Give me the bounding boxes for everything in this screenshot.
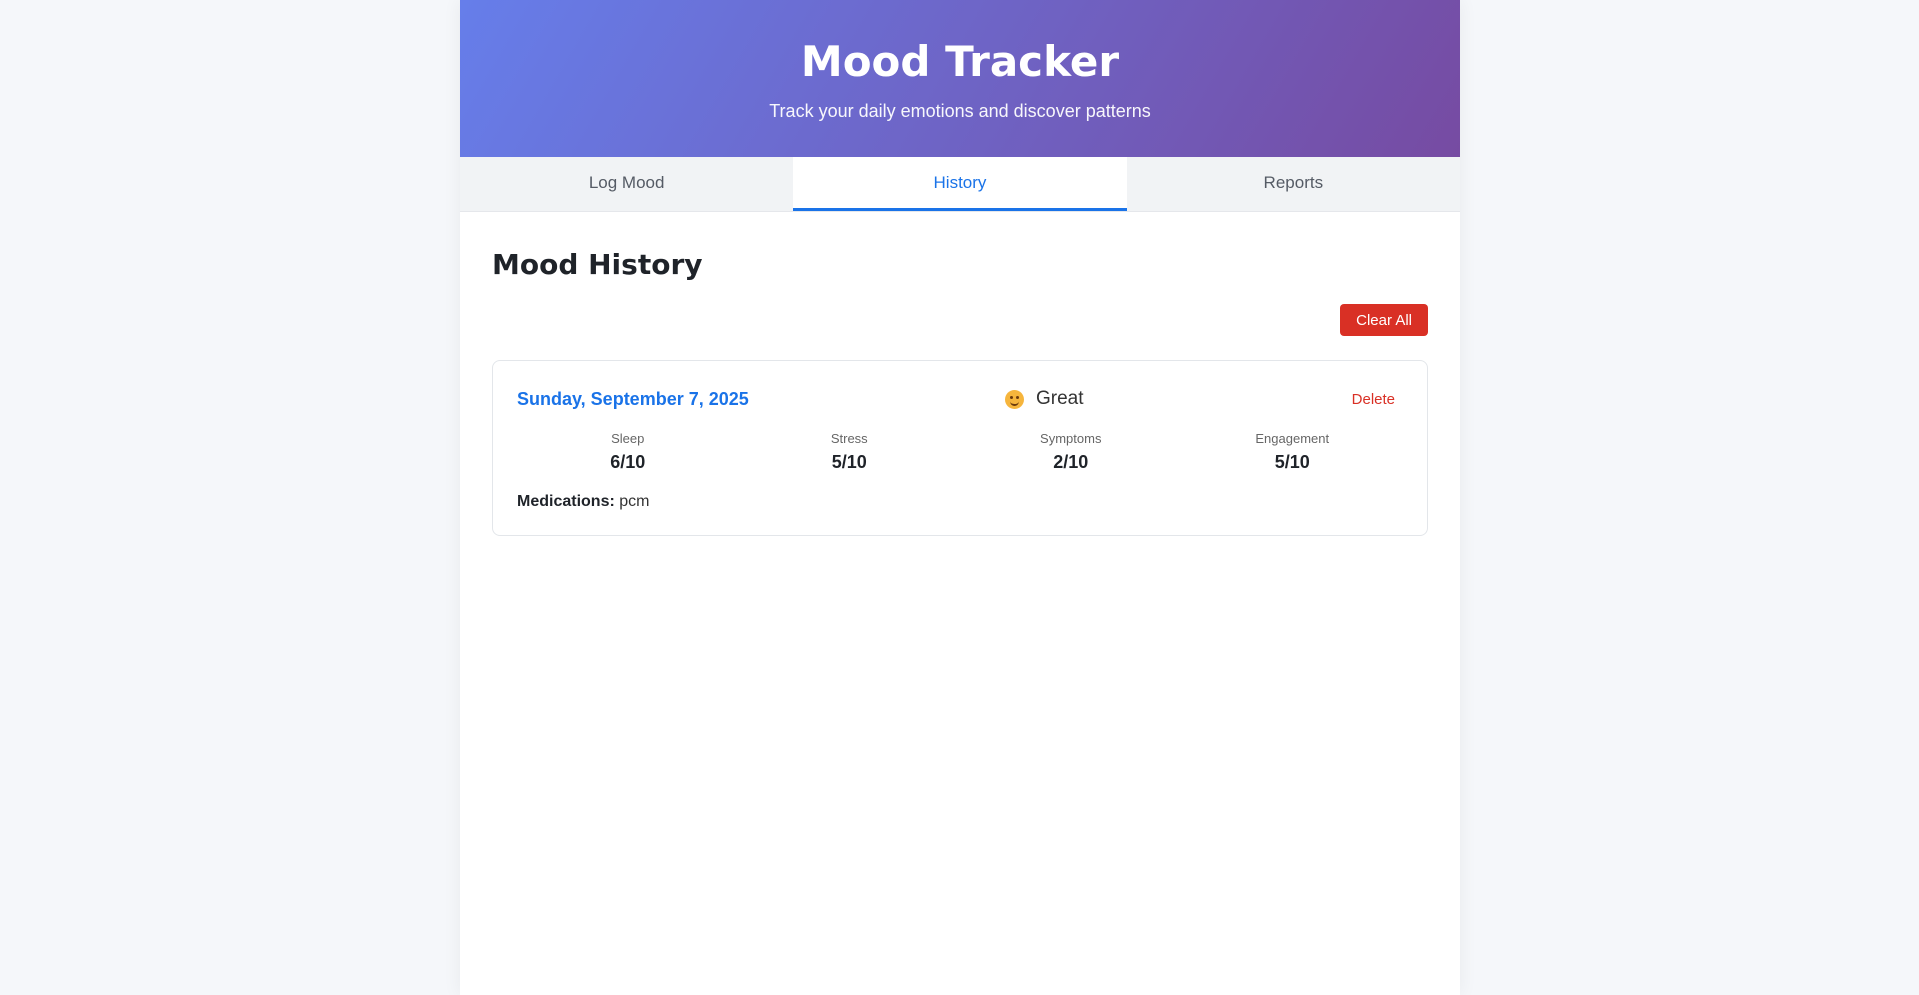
metric-stress: Stress 5/10 xyxy=(739,431,961,473)
clear-all-button[interactable]: Clear All xyxy=(1340,304,1428,336)
entry-header: Sunday, September 7, 2025 Great Delete xyxy=(517,387,1403,411)
smiling-face-icon xyxy=(1005,389,1024,409)
metric-engagement: Engagement 5/10 xyxy=(1182,431,1404,473)
history-toolbar: Clear All xyxy=(492,304,1428,336)
app-title: Mood Tracker xyxy=(800,37,1120,86)
metric-label: Stress xyxy=(830,431,868,446)
entry-date: Sunday, September 7, 2025 xyxy=(517,388,749,409)
metric-label: Symptoms xyxy=(1040,431,1102,446)
tab-bar: Log Mood History Reports xyxy=(460,157,1460,212)
metric-value: 5/10 xyxy=(1274,452,1310,472)
app-container: Mood Tracker Track your daily emotions a… xyxy=(460,0,1460,995)
history-panel: Mood History Clear All Sunday, September… xyxy=(460,212,1460,566)
medications-value: pcm xyxy=(619,493,650,510)
entry-mood: Great xyxy=(1005,388,1084,410)
tab-log-mood[interactable]: Log Mood xyxy=(460,157,793,211)
medications-line: Medications: pcm xyxy=(517,493,1403,511)
metric-value: 6/10 xyxy=(610,452,646,472)
app-subtitle: Track your daily emotions and discover p… xyxy=(769,101,1151,121)
metric-symptoms: Symptoms 2/10 xyxy=(960,431,1182,473)
mood-entry-card: Sunday, September 7, 2025 Great Delete S… xyxy=(492,360,1428,536)
metric-sleep: Sleep 6/10 xyxy=(517,431,739,473)
metric-label: Sleep xyxy=(611,431,645,446)
delete-entry-button[interactable]: Delete xyxy=(1352,391,1395,408)
metric-value: 5/10 xyxy=(831,452,867,472)
page-title: Mood History xyxy=(492,248,703,281)
app-header: Mood Tracker Track your daily emotions a… xyxy=(460,0,1460,157)
metric-label: Engagement xyxy=(1255,431,1330,446)
entry-metrics: Sleep 6/10 Stress 5/10 Symptoms 2/10 Eng… xyxy=(517,431,1403,473)
mood-label: Great xyxy=(1036,388,1084,409)
tab-history[interactable]: History xyxy=(793,157,1127,211)
medications-label: Medications: xyxy=(517,493,615,510)
tab-reports[interactable]: Reports xyxy=(1127,157,1460,211)
metric-value: 2/10 xyxy=(1053,452,1089,472)
